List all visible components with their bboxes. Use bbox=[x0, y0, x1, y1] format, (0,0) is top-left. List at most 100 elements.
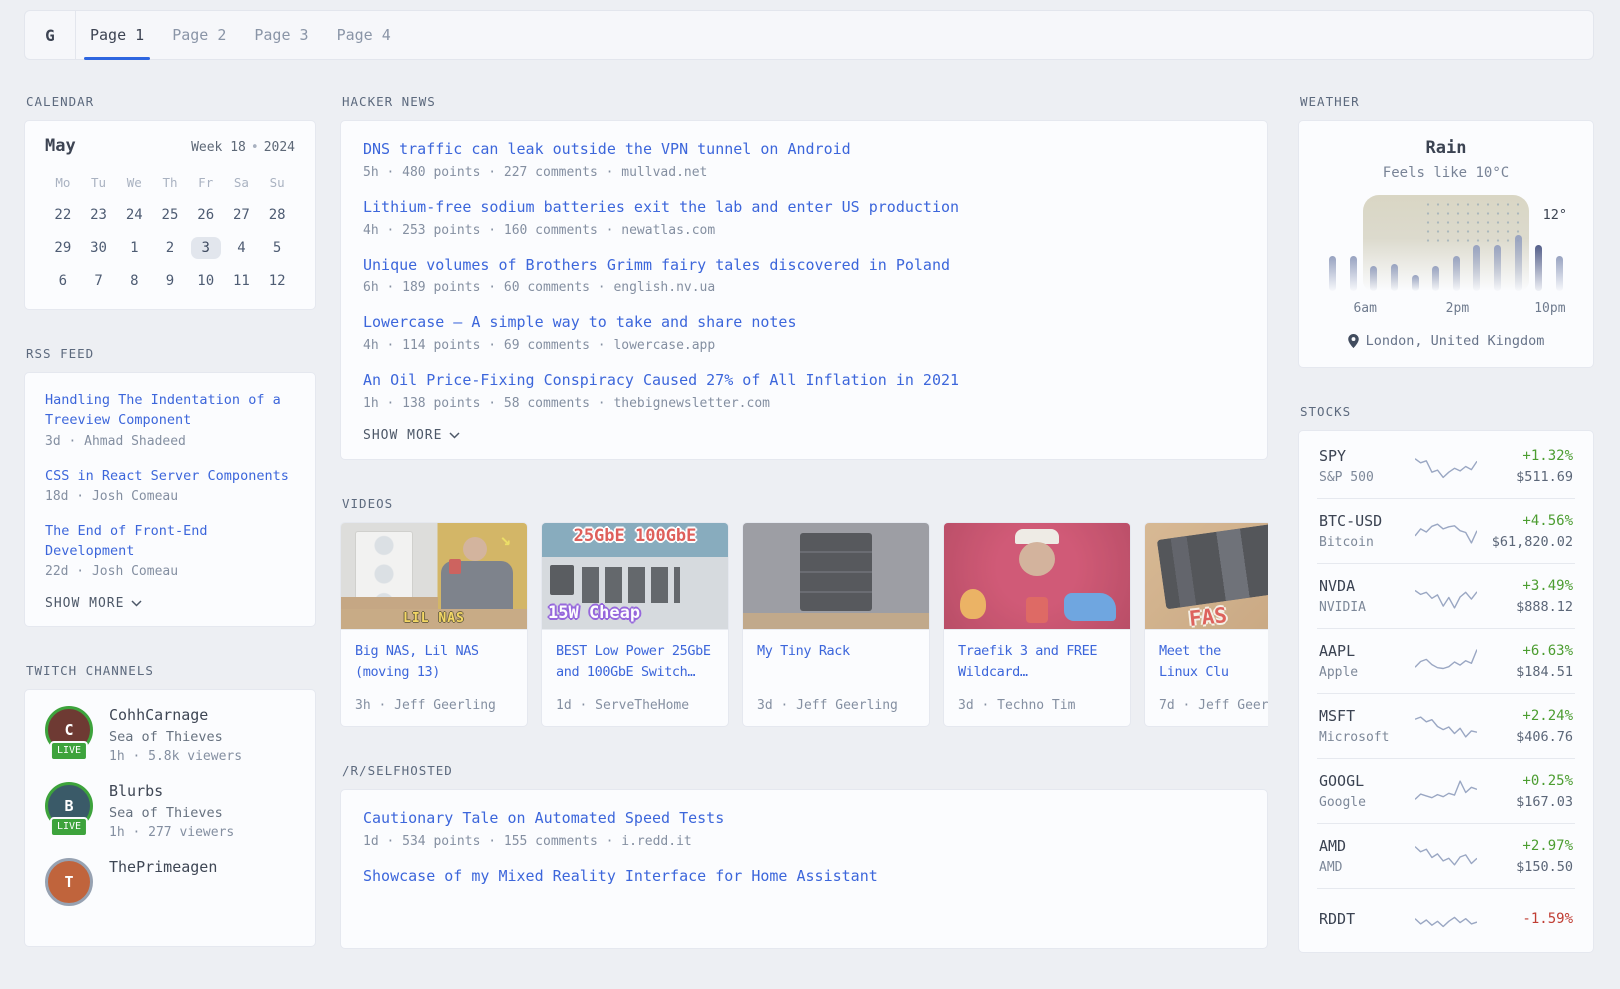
sparkline-chart bbox=[1415, 644, 1477, 678]
show-more-button[interactable]: SHOW MORE bbox=[45, 596, 295, 611]
weather-location-text: London, United Kingdom bbox=[1366, 333, 1545, 349]
video-title-link[interactable]: My Tiny Rack bbox=[757, 641, 915, 662]
stock-row[interactable]: MSFTMicrosoft+2.24%$406.76 bbox=[1317, 693, 1575, 758]
stock-row[interactable]: SPYS&P 500+1.32%$511.69 bbox=[1317, 434, 1575, 498]
live-badge: LIVE bbox=[50, 741, 88, 761]
article-link[interactable]: CSS in React Server Components bbox=[45, 466, 295, 486]
video-title-link[interactable]: Meet theLinux Clu bbox=[1159, 641, 1268, 683]
stock-row[interactable]: GOOGLGoogle+0.25%$167.03 bbox=[1317, 758, 1575, 823]
video-card: ↘LIL NASBig NAS, Lil NAS (moving 13)3h ·… bbox=[340, 522, 528, 727]
stock-row[interactable]: RDDT-1.59% bbox=[1317, 888, 1575, 949]
switch-ports-graphic bbox=[582, 567, 680, 603]
video-card: Traefik 3 and FREE Wildcard…3d · Techno … bbox=[943, 522, 1131, 727]
video-thumbnail[interactable] bbox=[944, 523, 1130, 630]
calendar-weekday: Tu bbox=[84, 172, 114, 193]
tab-page-2[interactable]: Page 2 bbox=[158, 11, 240, 59]
tab-page-4[interactable]: Page 4 bbox=[323, 11, 405, 59]
stock-id: BTC-USDBitcoin bbox=[1319, 512, 1413, 550]
stock-row[interactable]: NVDANVIDIA +3.49%$888.12 bbox=[1317, 563, 1575, 628]
live-badge: LIVE bbox=[50, 817, 88, 837]
rss-widget: RSS FEED Handling The Indentation of a T… bbox=[24, 346, 316, 627]
video-title-link[interactable]: BEST Low Power 25GbE and 100GbE Switch… bbox=[556, 641, 714, 683]
channel-name-link[interactable]: ThePrimeagen bbox=[109, 858, 217, 876]
calendar-day: 9 bbox=[155, 270, 185, 292]
psu-graphic bbox=[550, 565, 574, 595]
stock-sparkline bbox=[1413, 449, 1479, 483]
article-link[interactable]: Unique volumes of Brothers Grimm fairy t… bbox=[363, 255, 1245, 277]
stock-row[interactable]: AMDAMD+2.97%$150.50 bbox=[1317, 823, 1575, 888]
list-item: Handling The Indentation of a Treeview C… bbox=[45, 390, 295, 449]
calendar-day: 7 bbox=[84, 270, 114, 292]
video-title-link[interactable]: Big NAS, Lil NAS (moving 13) bbox=[355, 641, 513, 683]
tab-page-3[interactable]: Page 3 bbox=[240, 11, 322, 59]
article-link[interactable]: The End of Front-End Development bbox=[45, 521, 295, 562]
red-icon-graphic bbox=[1026, 597, 1048, 623]
weather-bar bbox=[1556, 256, 1563, 291]
stock-symbol: NVDA bbox=[1319, 577, 1413, 595]
article-meta: 1d · 534 points · 155 comments · i.redd.… bbox=[363, 834, 1245, 849]
video-title-link[interactable]: Traefik 3 and FREE Wildcard… bbox=[958, 641, 1116, 683]
columns: CALENDAR May Week 18•2024 MoTuWeThFrSaSu… bbox=[24, 94, 1594, 989]
calendar-year: 2024 bbox=[264, 140, 295, 155]
video-card: My Tiny Rack3d · Jeff Geerling bbox=[742, 522, 930, 727]
video-thumbnail[interactable] bbox=[743, 523, 929, 630]
sparkline-chart bbox=[1415, 839, 1477, 873]
channel-info: CohhCarnageSea of Thieves1h · 5.8k viewe… bbox=[109, 706, 242, 764]
video-title-line: BEST Low Power 25GbE and 100GbE Switch… bbox=[556, 641, 714, 683]
avatar-wrap: T bbox=[45, 858, 93, 906]
article-link[interactable]: Cautionary Tale on Automated Speed Tests bbox=[363, 808, 1245, 830]
stock-values: +3.49%$888.12 bbox=[1479, 578, 1573, 615]
weather-condition: Rain bbox=[1319, 138, 1573, 158]
calendar-month: May bbox=[45, 136, 76, 156]
stock-id: SPYS&P 500 bbox=[1319, 447, 1413, 485]
twitch-widget: TWITCH CHANNELS CLIVECohhCarnageSea of T… bbox=[24, 663, 316, 947]
stock-change: +2.24% bbox=[1479, 708, 1573, 724]
server-rack-graphic bbox=[800, 533, 872, 611]
channel-name-link[interactable]: CohhCarnage bbox=[109, 706, 242, 724]
article-link[interactable]: DNS traffic can leak outside the VPN tun… bbox=[363, 139, 1245, 161]
stock-symbol: GOOGL bbox=[1319, 772, 1413, 790]
stock-name: S&P 500 bbox=[1319, 470, 1413, 485]
video-thumbnail[interactable]: ↘LIL NAS bbox=[341, 523, 527, 630]
channel-name-link[interactable]: Blurbs bbox=[109, 782, 234, 800]
stock-price: $150.50 bbox=[1479, 859, 1573, 875]
calendar-week-info: Week 18•2024 bbox=[191, 140, 295, 155]
stock-row[interactable]: BTC-USDBitcoin+4.56%$61,820.02 bbox=[1317, 498, 1575, 563]
calendar-day: 4 bbox=[226, 237, 256, 259]
stock-id: NVDANVIDIA bbox=[1319, 577, 1413, 615]
weather-time-label: 6am bbox=[1353, 301, 1376, 316]
location-pin-icon bbox=[1348, 334, 1359, 348]
stock-change: +4.56% bbox=[1479, 513, 1573, 529]
weather-bar bbox=[1473, 245, 1480, 291]
article-meta: 4h · 253 points · 160 comments · newatla… bbox=[363, 223, 1245, 238]
article-meta: 5h · 480 points · 227 comments · mullvad… bbox=[363, 165, 1245, 180]
video-thumbnail[interactable]: 25GbE 100GbE15W Cheap bbox=[542, 523, 728, 630]
weather-location: London, United Kingdom bbox=[1319, 333, 1573, 349]
article-link[interactable]: Lithium-free sodium batteries exit the l… bbox=[363, 197, 1245, 219]
weather-bar bbox=[1329, 256, 1336, 291]
weather-time-labels: 6am2pm10pm bbox=[1319, 301, 1573, 317]
show-more-label: SHOW MORE bbox=[45, 596, 124, 611]
article-link[interactable]: Showcase of my Mixed Reality Interface f… bbox=[363, 866, 1245, 888]
video-thumbnail[interactable]: FAS bbox=[1145, 523, 1268, 630]
twitch-card: CLIVECohhCarnageSea of Thieves1h · 5.8k … bbox=[24, 689, 316, 947]
stock-price: $184.51 bbox=[1479, 664, 1573, 680]
article-meta: 6h · 189 points · 60 comments · english.… bbox=[363, 280, 1245, 295]
stock-price: $888.12 bbox=[1479, 599, 1573, 615]
article-meta: 22d · Josh Comeau bbox=[45, 564, 295, 579]
calendar-day: 26 bbox=[191, 204, 221, 226]
app-logo[interactable]: G bbox=[25, 11, 76, 59]
avatar[interactable]: T bbox=[45, 858, 93, 906]
pc-tower-graphic bbox=[355, 531, 413, 617]
weather-bars bbox=[1327, 199, 1565, 291]
tab-page-1[interactable]: Page 1 bbox=[76, 11, 158, 59]
channel-viewers: 1h · 5.8k viewers bbox=[109, 749, 242, 764]
stock-row[interactable]: AAPLApple+6.63%$184.51 bbox=[1317, 628, 1575, 693]
sparkline-chart bbox=[1415, 774, 1477, 808]
show-more-button[interactable]: SHOW MORE bbox=[363, 428, 1245, 443]
calendar-day: 10 bbox=[191, 270, 221, 292]
weather-widget: WEATHER Rain Feels like 10°C 12° 6am2pm1… bbox=[1298, 94, 1594, 368]
article-link[interactable]: An Oil Price-Fixing Conspiracy Caused 27… bbox=[363, 370, 1245, 392]
article-link[interactable]: Lowercase – A simple way to take and sha… bbox=[363, 312, 1245, 334]
article-link[interactable]: Handling The Indentation of a Treeview C… bbox=[45, 390, 295, 431]
